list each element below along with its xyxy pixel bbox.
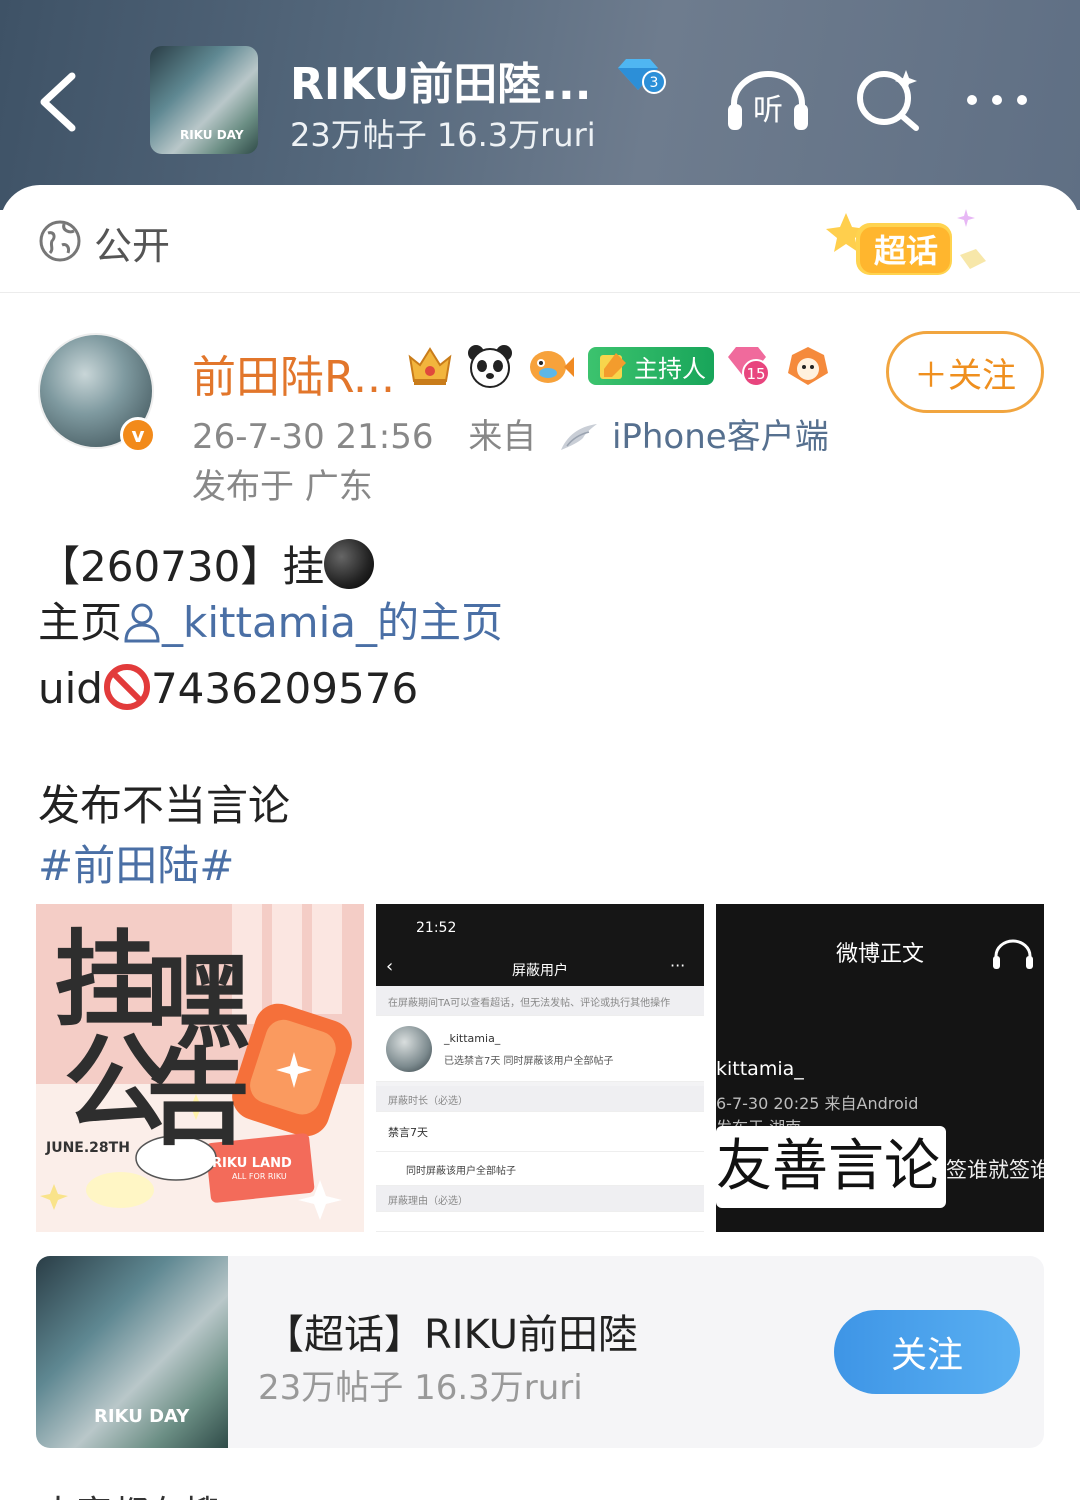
post-line-1-text: 【260730】挂: [38, 542, 325, 591]
hashtag-link[interactable]: #前田陆#: [38, 845, 234, 887]
supertopic-card[interactable]: RIKU DAY 【超话】RIKU前田陸 23万帖子 16.3万ruri 关注: [36, 1256, 1044, 1448]
post-image-2[interactable]: 21:52 ‹ 屏蔽用户 ··· 在屏蔽期间TA可以查看超话，但无法发帖、评论或…: [376, 904, 704, 1232]
post-line-4: 发布不当言论: [38, 781, 291, 830]
post-time: 26-7-30 21:56: [192, 417, 434, 457]
post-image-1[interactable]: 挂 嘿 公 告 JUNE.28TH RIKU LAND ALL FOR RIKU: [36, 904, 364, 1232]
verified-badge: v: [120, 417, 156, 453]
img2-reason-header-row: 屏蔽理由（必选）: [376, 1186, 704, 1212]
search-sparkle-icon: [857, 70, 919, 131]
post-image-3[interactable]: 微博正文 kittamia_ 6-7-30 20:25 来自Android 发布…: [716, 904, 1044, 1232]
img1-date: JUNE.28TH: [46, 1140, 130, 1156]
post-line-1: 【260730】挂: [38, 539, 375, 591]
post-line-2-text: 主页: [38, 598, 123, 647]
img2-duration-value: 禁言7天: [388, 1126, 428, 1139]
chevron-left-icon: [40, 72, 76, 132]
img2-note: 在屏蔽期间TA可以查看超话，但无法发帖、评论或执行其他操作: [388, 998, 671, 1009]
img2-block-all-row: 同时屏蔽该用户全部帖子: [376, 1152, 704, 1186]
img2-nav-title: 屏蔽用户: [512, 963, 568, 979]
supertopic-follow-button[interactable]: 关注: [834, 1310, 1020, 1394]
supertopic-card-thumb-tag: RIKU DAY: [94, 1406, 190, 1427]
crown-badge-icon[interactable]: [404, 343, 456, 389]
fox-badge-icon[interactable]: [782, 343, 834, 389]
author-name[interactable]: 前田陆R...: [192, 341, 395, 405]
search-button[interactable]: [856, 66, 922, 132]
more-button[interactable]: [962, 90, 1032, 110]
supertopic-badge[interactable]: 超话: [820, 207, 990, 287]
black-circle-icon: [324, 539, 375, 589]
img1-brand-sub: ALL FOR RIKU: [232, 1172, 287, 1181]
supertopic-stats: 23万帖子 16.3万ruri: [290, 116, 596, 154]
img1-brand: RIKU LAND: [212, 1156, 292, 1171]
supertopic-card-title: 【超话】RIKU前田陸: [264, 1312, 639, 1358]
diamond-level-icon: 3: [614, 56, 666, 94]
author-badges: 主持人 15: [404, 341, 834, 391]
post-line-2: 主页 _kittamia_的主页: [38, 601, 503, 644]
supertopic-avatar[interactable]: RIKU DAY: [150, 46, 258, 154]
img2-block-all: 同时屏蔽该用户全部帖子: [406, 1166, 516, 1177]
listen-button[interactable]: 听: [726, 66, 810, 132]
img2-reason-header: 屏蔽理由（必选）: [388, 1196, 468, 1207]
img2-duration-header-row: 屏蔽时长（必选）: [376, 1086, 704, 1112]
host-badge[interactable]: 主持人: [588, 347, 714, 385]
supertopic-title[interactable]: RIKU前田陸...: [290, 48, 591, 112]
supertopic-card-stats: 23万帖子 16.3万ruri: [258, 1368, 583, 1408]
img2-user-name: _kittamia_: [444, 1032, 501, 1045]
panda-badge-icon[interactable]: [464, 343, 516, 389]
wing-icon: [561, 424, 598, 450]
img3-highlight: 友善言论: [716, 1126, 946, 1208]
post-line-3: uid 7436209576: [38, 663, 418, 711]
post-card: 公开 超话 v 前田陆R... 主持人 15 ＋关注 26-7-30 21:56…: [0, 185, 1080, 1500]
img2-duration-header: 屏蔽时长（必选）: [388, 1096, 468, 1107]
img1-title-char-4: 告: [146, 1037, 251, 1159]
img2-reason-row: [376, 1212, 704, 1232]
post-location: 发布于 广东: [192, 467, 373, 507]
supertopic-star-icon: 超话: [826, 209, 986, 275]
bottom-hint: 大家都在搜: [40, 1485, 220, 1500]
visibility-label: 公开: [94, 224, 171, 268]
pencil-icon: [600, 353, 626, 379]
user-icon: [124, 603, 160, 643]
img3-side-text: 签谁就签谁: [946, 1158, 1044, 1182]
svg-text:3: 3: [650, 75, 659, 91]
user-homepage-link-label: _kittamia_的主页: [162, 598, 503, 647]
back-button[interactable]: [30, 62, 94, 142]
pufferfish-badge-icon[interactable]: [524, 343, 576, 389]
follow-author-button[interactable]: ＋关注: [886, 331, 1044, 413]
diamond-level-15-icon[interactable]: 15: [722, 343, 774, 389]
svg-text:15: 15: [746, 365, 765, 383]
svg-text:超话: 超话: [874, 232, 938, 270]
prohibited-icon: [103, 664, 150, 710]
img3-username: kittamia_: [716, 1058, 804, 1080]
img2-user-desc: 已选禁言7天 同时屏蔽该用户全部帖子: [444, 1056, 614, 1067]
post-source-prefix: 来自: [468, 417, 537, 457]
more-dots-icon: [967, 95, 1027, 105]
post-meta: 26-7-30 21:56 来自 iPhone客户端: [192, 409, 829, 458]
supertopic-card-thumb: RIKU DAY: [36, 1256, 228, 1448]
img3-meta: 6-7-30 20:25 来自Android: [716, 1094, 919, 1113]
visibility-row: 公开 超话: [0, 185, 1080, 293]
post-line-3-text: uid: [38, 664, 103, 713]
img2-user-row: _kittamia_ 已选禁言7天 同时屏蔽该用户全部帖子: [376, 1016, 704, 1082]
img1-title-char-1: 挂: [54, 919, 159, 1041]
img3-headphone-icon: [993, 939, 1033, 969]
img2-note-row: 在屏蔽期间TA可以查看超话，但无法发帖、评论或执行其他操作: [376, 986, 704, 1016]
avatar-tag: RIKU DAY: [180, 128, 244, 142]
img2-time: 21:52: [416, 920, 457, 936]
user-homepage-link[interactable]: _kittamia_的主页: [122, 598, 503, 647]
top-bar: RIKU DAY RIKU前田陸... 23万帖子 16.3万ruri 3 听: [0, 0, 1080, 210]
headphone-icon: 听: [728, 71, 808, 130]
svg-text:听: 听: [753, 93, 783, 128]
uid-value: 7436209576: [150, 664, 419, 713]
globe-icon: [38, 219, 82, 263]
img2-user-avatar: [386, 1026, 432, 1072]
host-badge-label: 主持人: [634, 354, 706, 383]
img2-duration-row: 禁言7天: [376, 1112, 704, 1152]
img2-more-icon: ···: [670, 956, 686, 975]
post-client[interactable]: iPhone客户端: [612, 417, 829, 457]
